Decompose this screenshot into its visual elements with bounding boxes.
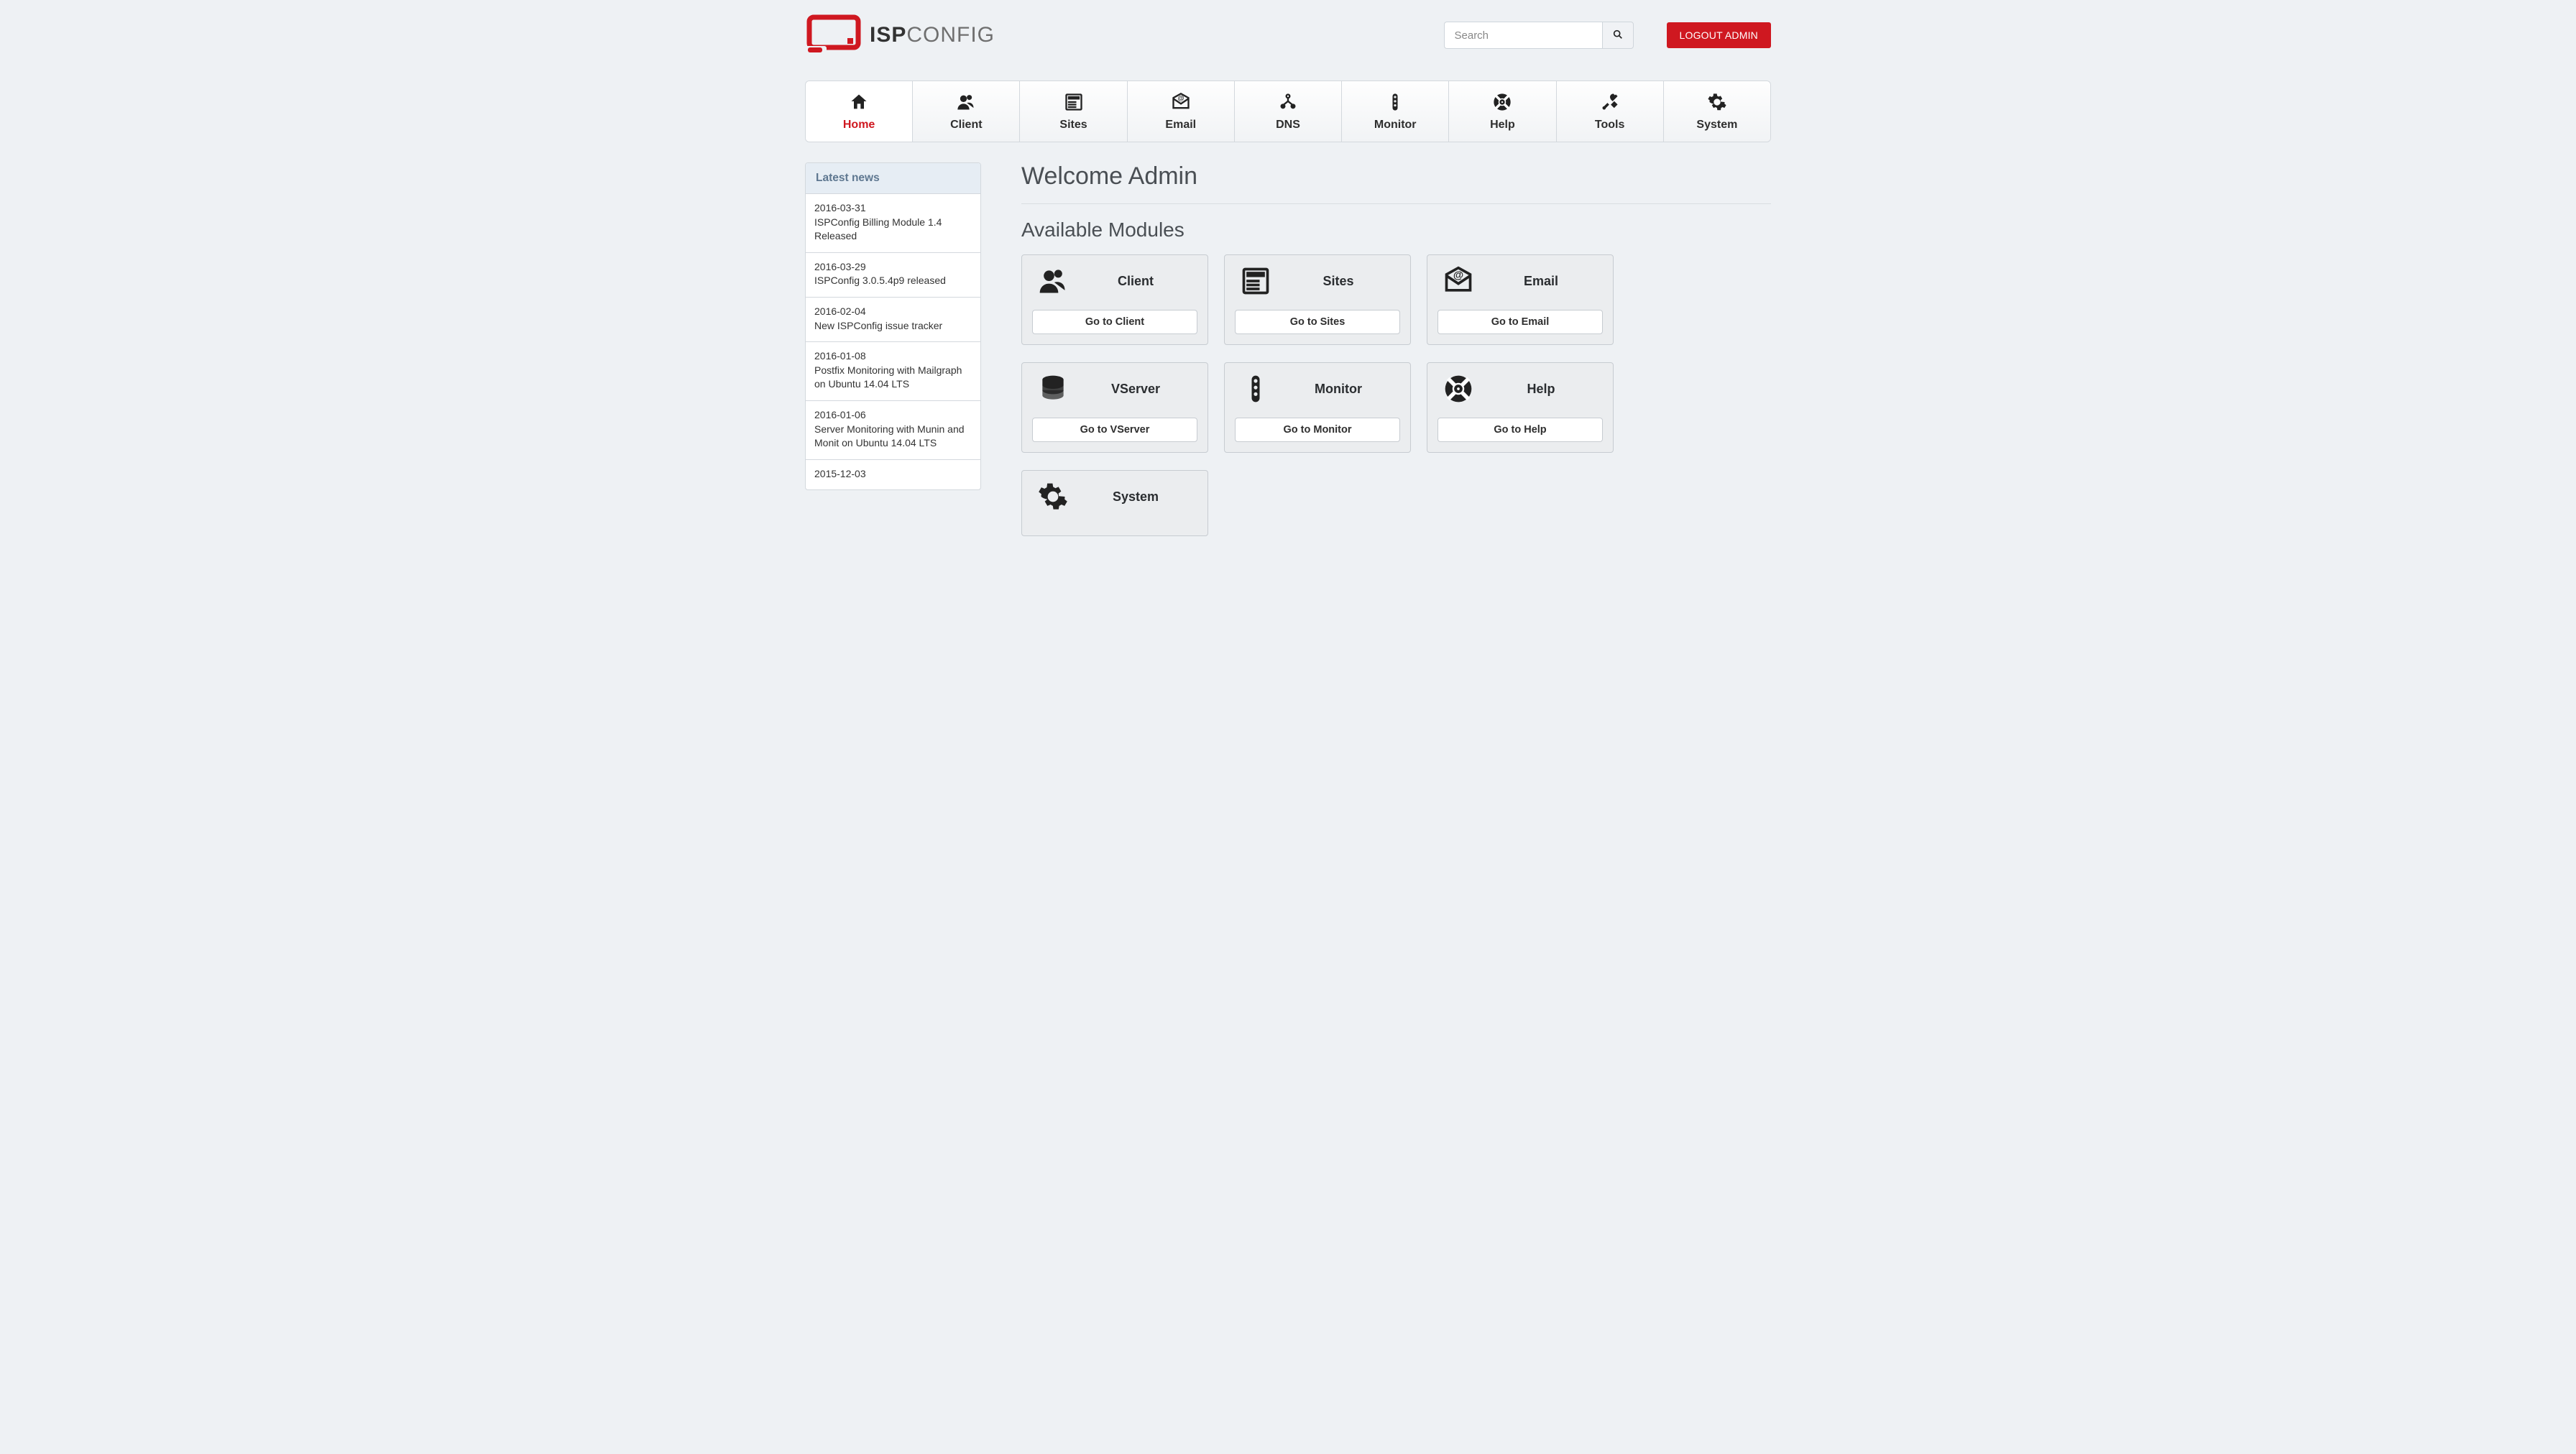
tab-system[interactable]: System bbox=[1664, 81, 1770, 142]
module-title: Monitor bbox=[1276, 382, 1400, 397]
modules-heading: Available Modules bbox=[1021, 218, 1771, 241]
help-icon bbox=[1440, 373, 1476, 405]
news-header: Latest news bbox=[806, 163, 980, 194]
tab-label: DNS bbox=[1238, 119, 1338, 132]
news-date: 2015-12-03 bbox=[814, 467, 972, 482]
news-item[interactable]: 2016-01-06Server Monitoring with Munin a… bbox=[806, 401, 980, 460]
logo[interactable]: ISPCONFIG bbox=[805, 14, 995, 56]
tab-label: Home bbox=[809, 119, 909, 132]
module-card-client: Client Go to Client bbox=[1021, 254, 1208, 345]
email-icon bbox=[1440, 265, 1476, 297]
home-icon bbox=[809, 90, 909, 114]
module-title: VServer bbox=[1074, 382, 1197, 397]
news-item[interactable]: 2016-03-29ISPConfig 3.0.5.4p9 released bbox=[806, 253, 980, 298]
news-date: 2016-01-08 bbox=[814, 349, 972, 364]
go-to-sites-button[interactable]: Go to Sites bbox=[1235, 310, 1400, 334]
logo-text: ISPCONFIG bbox=[870, 23, 995, 47]
module-card-help: Help Go to Help bbox=[1427, 362, 1614, 453]
tools-icon bbox=[1560, 90, 1660, 114]
tab-monitor[interactable]: Monitor bbox=[1342, 81, 1449, 142]
module-card-sites: Sites Go to Sites bbox=[1224, 254, 1411, 345]
tab-tools[interactable]: Tools bbox=[1557, 81, 1664, 142]
module-title: Help bbox=[1479, 382, 1603, 397]
divider bbox=[1021, 203, 1771, 204]
tab-label: Sites bbox=[1023, 119, 1123, 132]
dns-icon bbox=[1238, 90, 1338, 114]
page-title: Welcome Admin bbox=[1021, 162, 1771, 190]
module-card-email: Email Go to Email bbox=[1427, 254, 1614, 345]
go-to-monitor-button[interactable]: Go to Monitor bbox=[1235, 418, 1400, 442]
tab-label: Monitor bbox=[1345, 119, 1445, 132]
news-item[interactable]: 2016-03-31ISPConfig Billing Module 1.4 R… bbox=[806, 194, 980, 253]
tab-label: Client bbox=[916, 119, 1016, 132]
news-item[interactable]: 2015-12-03 bbox=[806, 460, 980, 490]
news-date: 2016-03-31 bbox=[814, 201, 972, 216]
tab-home[interactable]: Home bbox=[806, 81, 913, 142]
client-icon bbox=[916, 90, 1016, 114]
tab-client[interactable]: Client bbox=[913, 81, 1020, 142]
monitor-icon bbox=[1345, 90, 1445, 114]
logout-button[interactable]: LOGOUT ADMIN bbox=[1667, 22, 1772, 48]
go-to-email-button[interactable]: Go to Email bbox=[1438, 310, 1603, 334]
system-icon bbox=[1035, 481, 1071, 512]
tab-label: Email bbox=[1131, 119, 1231, 132]
system-icon bbox=[1667, 90, 1767, 114]
news-date: 2016-03-29 bbox=[814, 260, 972, 275]
tab-label: Tools bbox=[1560, 119, 1660, 132]
header: ISPCONFIG LOGOUT ADMIN bbox=[805, 14, 1771, 56]
module-title: Sites bbox=[1276, 274, 1400, 289]
tab-help[interactable]: Help bbox=[1449, 81, 1556, 142]
module-grid: Client Go to Client Sites Go to Sites Email G… bbox=[1021, 254, 1771, 536]
news-title: Server Monitoring with Munin and Monit o… bbox=[814, 423, 965, 449]
monitor-icon bbox=[1238, 373, 1274, 405]
module-title: Client bbox=[1074, 274, 1197, 289]
module-card-vserver: VServer Go to VServer bbox=[1021, 362, 1208, 453]
news-date: 2016-01-06 bbox=[814, 408, 972, 423]
news-title: ISPConfig Billing Module 1.4 Released bbox=[814, 216, 942, 242]
email-icon bbox=[1131, 90, 1231, 114]
news-item[interactable]: 2016-01-08Postfix Monitoring with Mailgr… bbox=[806, 342, 980, 401]
news-panel: Latest news 2016-03-31ISPConfig Billing … bbox=[805, 162, 981, 490]
search-button[interactable] bbox=[1602, 22, 1634, 49]
search-group bbox=[1444, 22, 1634, 49]
module-card-system: System bbox=[1021, 470, 1208, 536]
news-date: 2016-02-04 bbox=[814, 305, 972, 319]
module-card-monitor: Monitor Go to Monitor bbox=[1224, 362, 1411, 453]
go-to-vserver-button[interactable]: Go to VServer bbox=[1032, 418, 1197, 442]
tab-label: Help bbox=[1452, 119, 1552, 132]
vserver-icon bbox=[1035, 373, 1071, 405]
tab-email[interactable]: Email bbox=[1128, 81, 1235, 142]
tab-dns[interactable]: DNS bbox=[1235, 81, 1342, 142]
main-nav: Home Client Sites Email DNS Monitor Help Tools S… bbox=[805, 80, 1771, 142]
sites-icon bbox=[1023, 90, 1123, 114]
news-item[interactable]: 2016-02-04New ISPConfig issue tracker bbox=[806, 298, 980, 342]
news-title: ISPConfig 3.0.5.4p9 released bbox=[814, 275, 946, 286]
tab-sites[interactable]: Sites bbox=[1020, 81, 1127, 142]
news-title: Postfix Monitoring with Mailgraph on Ubu… bbox=[814, 364, 962, 390]
search-input[interactable] bbox=[1444, 22, 1602, 49]
logo-mark-icon bbox=[805, 14, 862, 56]
go-to-help-button[interactable]: Go to Help bbox=[1438, 418, 1603, 442]
module-title: Email bbox=[1479, 274, 1603, 289]
client-icon bbox=[1035, 265, 1071, 297]
go-to-client-button[interactable]: Go to Client bbox=[1032, 310, 1197, 334]
module-title: System bbox=[1074, 489, 1197, 505]
main-area: Welcome Admin Available Modules Client Go… bbox=[1021, 162, 1771, 536]
help-icon bbox=[1452, 90, 1552, 114]
news-title: New ISPConfig issue tracker bbox=[814, 320, 942, 331]
tab-label: System bbox=[1667, 119, 1767, 132]
search-icon bbox=[1612, 29, 1624, 42]
sites-icon bbox=[1238, 265, 1274, 297]
